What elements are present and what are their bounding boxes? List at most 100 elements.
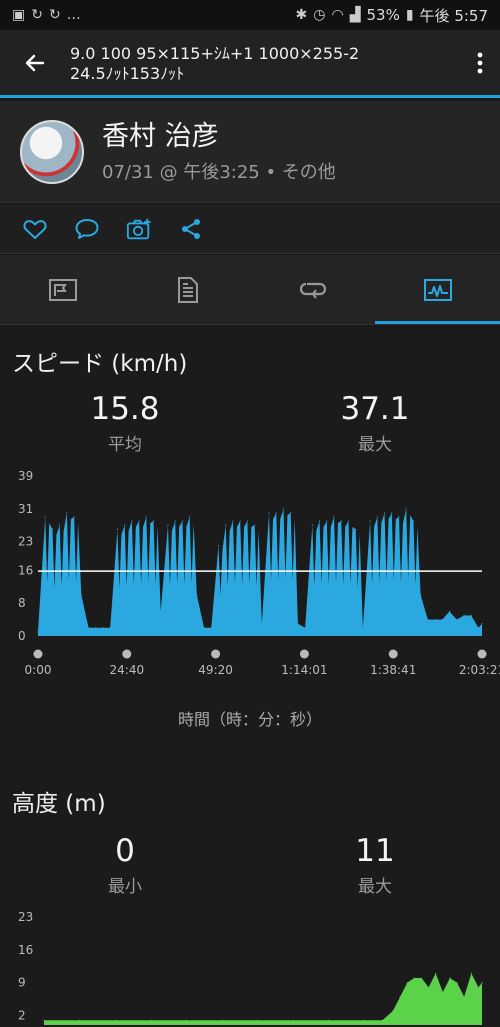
elevation-title: 高度 (m) <box>12 791 106 817</box>
tab-charts[interactable] <box>375 255 500 324</box>
elevation-data-point <box>292 1019 294 1021</box>
speed-data-point <box>434 618 436 621</box>
add-photo-icon[interactable] <box>126 216 152 242</box>
speed-data-point <box>80 594 82 596</box>
speed-data-point <box>355 528 357 530</box>
speed-data-point <box>37 631 39 633</box>
heart-icon[interactable] <box>22 216 48 242</box>
speed-x-tick-dot <box>211 649 221 659</box>
speed-data-point <box>441 618 443 621</box>
speed-x-tick: 24:40 <box>110 663 145 677</box>
speed-data-point <box>189 516 191 518</box>
battery-icon: ▮ <box>405 7 414 23</box>
chart-pulse-icon <box>423 278 452 301</box>
elevation-data-point <box>427 986 430 989</box>
activity-datetime: 07/31 @ 午後3:25 • その他 <box>102 161 336 183</box>
tab-summary[interactable] <box>125 255 250 324</box>
speed-y-tick: 16 <box>18 563 33 577</box>
speed-data-point <box>109 627 111 629</box>
speed-data-point <box>261 623 263 625</box>
speed-data-point <box>124 524 126 526</box>
speed-data-point <box>102 627 104 629</box>
elevation-data-point <box>481 982 483 984</box>
speed-data-point <box>145 516 147 518</box>
activity-title-line2: 24.5ﾉｯﾄ153ﾉｯﾄ <box>70 63 185 83</box>
elevation-data-point <box>381 1019 383 1021</box>
elevation-max-label: 最大 <box>358 877 392 897</box>
action-bar <box>0 204 500 254</box>
speed-data-point <box>51 528 54 530</box>
elevation-y-tick: 2 <box>18 1009 26 1023</box>
speed-data-point <box>246 520 248 522</box>
speed-data-point <box>290 512 292 514</box>
signal-icon: ▟ <box>349 7 361 23</box>
speed-max-value: 37.1 <box>340 391 410 427</box>
speed-data-point <box>383 512 386 514</box>
speed-data-point <box>456 618 458 621</box>
speed-y-tick: 39 <box>18 469 33 483</box>
speed-data-point <box>326 520 328 522</box>
elevation-data-point <box>392 1010 394 1012</box>
speed-average-value: 15.8 <box>90 391 160 427</box>
map-flag-icon <box>48 278 77 301</box>
speed-data-point <box>481 623 483 625</box>
speed-data-point <box>412 520 415 522</box>
speed-data-point <box>369 520 371 522</box>
speed-data-point <box>239 520 241 522</box>
speed-x-tick-dot <box>299 649 309 659</box>
elevation-data-point <box>257 1019 259 1021</box>
speed-x-tick: 1:14:01 <box>281 663 327 677</box>
speed-data-point <box>376 516 378 518</box>
speed-data-point <box>210 627 212 629</box>
speed-max-label: 最大 <box>358 435 392 455</box>
speed-data-point <box>152 520 155 522</box>
activity-title: 9.0 100 95×115+ｼﾑ+1 1000×255-2 24.5ﾉｯﾄ15… <box>70 42 460 84</box>
speed-y-tick: 0 <box>18 629 26 643</box>
speed-data-point <box>463 614 465 617</box>
speed-chart[interactable]: 0 8 16 23 31 39 0:00 24:40 49:20 1:14:01 1:38:41 2:… <box>0 464 500 689</box>
comment-icon[interactable] <box>74 216 100 242</box>
speed-data-point <box>398 516 400 518</box>
speed-data-point <box>59 524 61 526</box>
elevation-data-point <box>449 977 451 979</box>
elevation-chart[interactable]: 2 9 16 23 <box>0 907 500 1027</box>
tab-laps[interactable] <box>250 255 375 324</box>
elevation-y-tick: 9 <box>18 976 26 990</box>
speed-data-point <box>181 520 183 522</box>
bluetooth-icon: ✱ <box>295 7 308 23</box>
status-bar: ▣ ↻ ↻ … ✱ ◷ ◠ ▟ 53% ▮ 午後 5:57 <box>0 0 500 30</box>
document-icon <box>177 276 198 303</box>
speed-data-point <box>427 618 429 621</box>
elevation-data-point <box>456 982 458 984</box>
speed-data-point <box>253 524 256 526</box>
user-name[interactable]: 香村 治彦 <box>102 120 336 154</box>
speed-data-point <box>362 627 364 629</box>
avatar[interactable] <box>20 119 84 184</box>
elevation-data-point <box>185 1019 188 1021</box>
speed-data-point <box>138 520 140 522</box>
speed-x-tick-dot <box>477 649 487 659</box>
speed-data-point <box>275 512 277 514</box>
elevation-stats: 0 最小 11 最大 <box>0 832 500 897</box>
elevation-section: 高度 (m) 0 最小 11 最大 2 9 16 23 <box>0 766 500 1027</box>
speed-data-point <box>196 594 198 596</box>
speed-x-tick: 2:03:21 <box>459 663 500 677</box>
elevation-series-area <box>44 973 482 1025</box>
elevation-data-point <box>477 986 480 989</box>
speed-data-point <box>448 610 451 612</box>
elevation-data-point <box>114 1019 116 1021</box>
speed-x-tick-dot <box>388 649 398 659</box>
tab-map[interactable] <box>0 255 125 324</box>
speed-x-tick-dot <box>33 649 43 659</box>
speed-data-point <box>282 508 285 510</box>
share-icon[interactable] <box>178 216 204 242</box>
speed-title: スピード (km/h) <box>12 351 188 377</box>
elevation-data-point <box>43 1019 45 1021</box>
detail-tabs <box>0 255 500 325</box>
elevation-max-value: 11 <box>355 833 395 869</box>
speed-series-area <box>38 508 482 636</box>
overflow-menu-icon[interactable] <box>460 29 500 97</box>
back-arrow-icon[interactable] <box>0 29 70 97</box>
battery-percent: 53% <box>366 6 400 24</box>
speed-data-point <box>167 524 169 526</box>
